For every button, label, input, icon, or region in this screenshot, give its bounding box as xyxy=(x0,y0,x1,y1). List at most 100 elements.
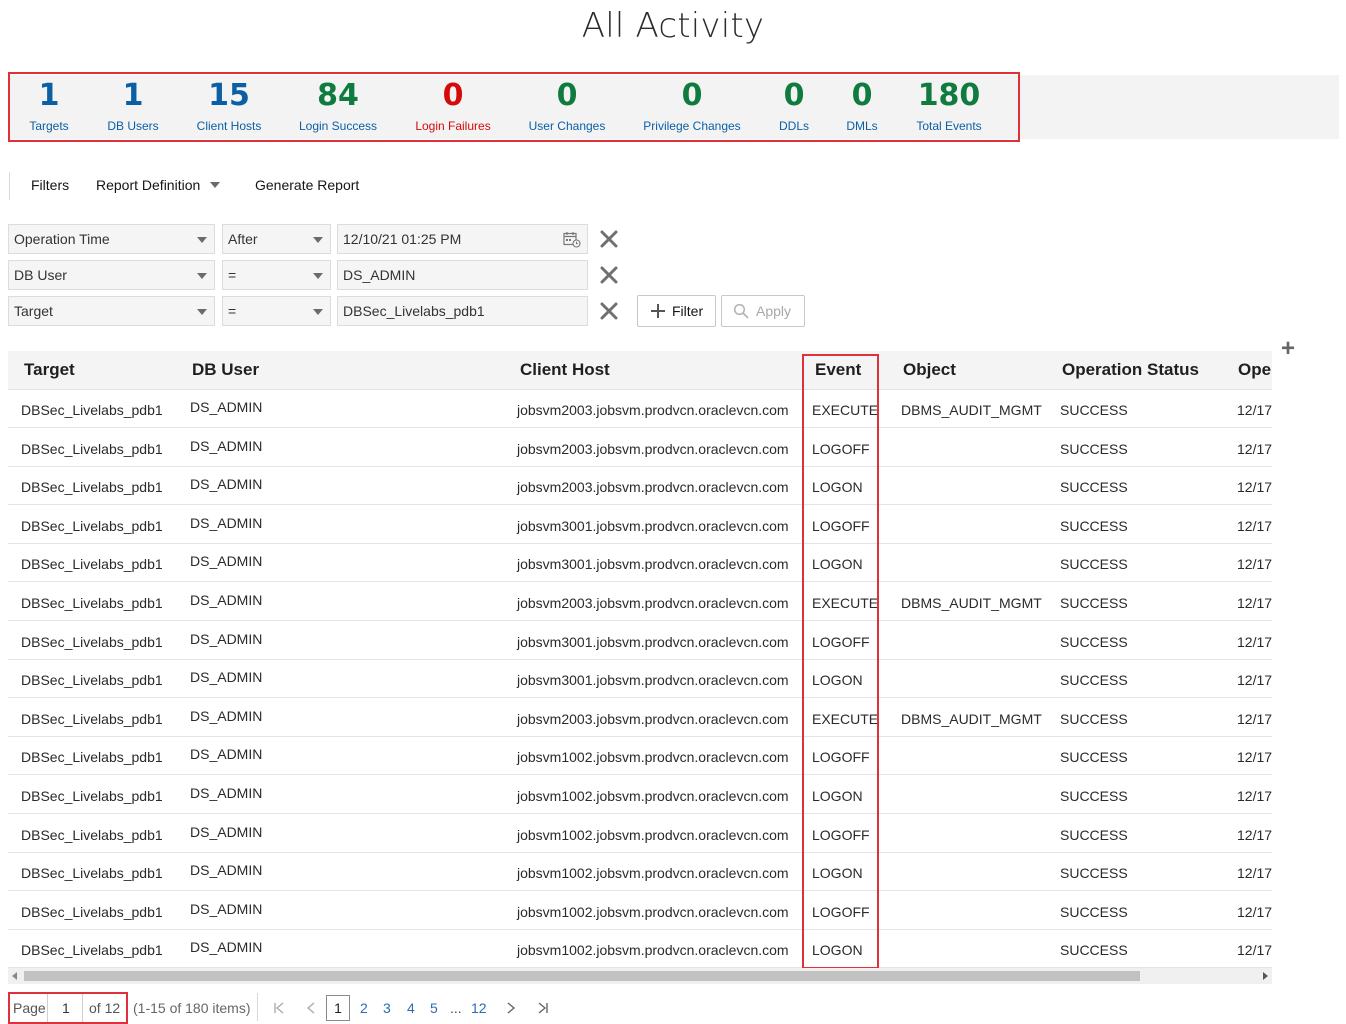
filter-operator-select[interactable]: After xyxy=(222,224,331,254)
add-filter-button[interactable]: Filter xyxy=(637,295,716,327)
add-column-icon[interactable]: + xyxy=(1281,337,1295,361)
first-page-icon[interactable] xyxy=(273,1002,285,1014)
chevron-down-icon xyxy=(313,273,323,279)
cell-target: DBSec_Livelabs_pdb1 xyxy=(21,479,163,495)
page-input[interactable]: 1 xyxy=(62,1000,70,1016)
calendar-icon[interactable] xyxy=(563,231,581,248)
scroll-left-icon[interactable] xyxy=(12,972,17,980)
cell-operation-status: SUCCESS xyxy=(1060,634,1128,650)
stat-value: 84 xyxy=(317,78,359,113)
cell-client-host: jobsvm2003.jobsvm.prodvcn.oraclevcn.com xyxy=(517,441,789,457)
cell-operation-status: SUCCESS xyxy=(1060,788,1128,804)
filter-field-select[interactable]: Target xyxy=(8,296,215,326)
stat-login-failures[interactable]: 0 Login Failures xyxy=(393,78,513,134)
filter-value-text: DBSec_Livelabs_pdb1 xyxy=(343,303,485,319)
remove-filter-icon[interactable] xyxy=(599,229,619,249)
cell-operation-status: SUCCESS xyxy=(1060,672,1128,688)
stat-client-hosts[interactable]: 15 Client Hosts xyxy=(169,78,289,134)
cell-db-user: DS_ADMIN xyxy=(190,631,263,647)
page-12-button[interactable]: 12 xyxy=(471,1000,487,1016)
chevron-down-icon xyxy=(197,237,207,243)
filters-tab[interactable]: Filters xyxy=(31,177,69,193)
cell-target: DBSec_Livelabs_pdb1 xyxy=(21,441,163,457)
filter-value-text: DS_ADMIN xyxy=(343,267,416,283)
remove-filter-icon[interactable] xyxy=(599,265,619,285)
cell-client-host: jobsvm3001.jobsvm.prodvcn.oraclevcn.com xyxy=(517,518,789,534)
scrollbar-thumb[interactable] xyxy=(24,971,1140,981)
cell-client-host: jobsvm2003.jobsvm.prodvcn.oraclevcn.com xyxy=(517,711,789,727)
cell-operation-status: SUCCESS xyxy=(1060,711,1128,727)
cell-operation-status: SUCCESS xyxy=(1060,942,1128,958)
generate-report-button[interactable]: Generate Report xyxy=(255,177,359,193)
filter-field-value: Target xyxy=(14,303,53,319)
page-5-button[interactable]: 5 xyxy=(430,1000,438,1016)
next-page-icon[interactable] xyxy=(505,1002,517,1014)
toolbar-divider xyxy=(9,172,10,200)
filter-operator-select[interactable]: = xyxy=(222,296,331,326)
filter-value-input[interactable]: DS_ADMIN xyxy=(337,260,588,290)
chevron-down-icon xyxy=(313,237,323,243)
filter-operator-select[interactable]: = xyxy=(222,260,331,290)
stat-total-events[interactable]: 180 Total Events xyxy=(889,78,1009,134)
filter-operator-value: After xyxy=(228,231,258,247)
filter-value-text: 12/10/21 01:25 PM xyxy=(343,231,462,247)
cell-target: DBSec_Livelabs_pdb1 xyxy=(21,788,163,804)
plus-icon xyxy=(651,304,665,318)
page-4-button[interactable]: 4 xyxy=(407,1000,415,1016)
cell-target: DBSec_Livelabs_pdb1 xyxy=(21,827,163,843)
page-2-button[interactable]: 2 xyxy=(360,1000,368,1016)
cell-db-user: DS_ADMIN xyxy=(190,708,263,724)
cell-db-user: DS_ADMIN xyxy=(190,939,263,955)
column-header-db-user[interactable]: DB User xyxy=(192,360,259,380)
event-column-highlight-box xyxy=(802,354,879,969)
previous-page-icon[interactable] xyxy=(305,1002,317,1014)
column-header-object[interactable]: Object xyxy=(903,360,956,380)
cell-db-user: DS_ADMIN xyxy=(190,746,263,762)
cell-target: DBSec_Livelabs_pdb1 xyxy=(21,518,163,534)
stat-login-success[interactable]: 84 Login Success xyxy=(278,78,398,134)
page-1-button[interactable]: 1 xyxy=(326,995,350,1021)
cell-client-host: jobsvm1002.jobsvm.prodvcn.oraclevcn.com xyxy=(517,904,789,920)
stat-value: 0 xyxy=(556,78,578,113)
chevron-down-icon xyxy=(313,309,323,315)
page-3-button[interactable]: 3 xyxy=(383,1000,391,1016)
chevron-down-icon xyxy=(197,273,207,279)
cell-operation-status: SUCCESS xyxy=(1060,479,1128,495)
page-count-label: of 12 xyxy=(89,1000,121,1016)
cell-target: DBSec_Livelabs_pdb1 xyxy=(21,595,163,611)
stat-value: 0 xyxy=(442,78,464,113)
cell-target: DBSec_Livelabs_pdb1 xyxy=(21,402,163,418)
filter-field-select[interactable]: Operation Time xyxy=(8,224,215,254)
cell-client-host: jobsvm1002.jobsvm.prodvcn.oraclevcn.com xyxy=(517,865,789,881)
scroll-right-icon[interactable] xyxy=(1263,972,1268,980)
cell-oper: 12/17, xyxy=(1237,749,1272,765)
cell-object: DBMS_AUDIT_MGMT xyxy=(901,595,1042,611)
filter-value-input[interactable]: 12/10/21 01:25 PM xyxy=(337,224,588,254)
column-header-operation-status[interactable]: Operation Status xyxy=(1062,360,1199,380)
cell-target: DBSec_Livelabs_pdb1 xyxy=(21,865,163,881)
filter-field-select[interactable]: DB User xyxy=(8,260,215,290)
cell-db-user: DS_ADMIN xyxy=(190,592,263,608)
cell-oper: 12/17, xyxy=(1237,441,1272,457)
cell-operation-status: SUCCESS xyxy=(1060,518,1128,534)
cell-db-user: DS_ADMIN xyxy=(190,901,263,917)
horizontal-scrollbar[interactable] xyxy=(8,968,1272,984)
apply-button[interactable]: Apply xyxy=(721,295,805,327)
cell-oper: 12/17, xyxy=(1237,518,1272,534)
cell-operation-status: SUCCESS xyxy=(1060,865,1128,881)
column-header-oper[interactable]: Oper xyxy=(1238,360,1272,380)
cell-oper: 12/17, xyxy=(1237,788,1272,804)
cell-oper: 12/17, xyxy=(1237,711,1272,727)
column-header-target[interactable]: Target xyxy=(24,360,75,380)
remove-filter-icon[interactable] xyxy=(599,301,619,321)
cell-operation-status: SUCCESS xyxy=(1060,556,1128,572)
column-header-client-host[interactable]: Client Host xyxy=(520,360,610,380)
stat-label: Login Failures xyxy=(415,119,491,133)
stat-user-changes[interactable]: 0 User Changes xyxy=(507,78,627,134)
cell-client-host: jobsvm1002.jobsvm.prodvcn.oraclevcn.com xyxy=(517,788,789,804)
filter-value-input[interactable]: DBSec_Livelabs_pdb1 xyxy=(337,296,588,326)
page-input-divider xyxy=(47,994,48,1022)
last-page-icon[interactable] xyxy=(537,1002,549,1014)
filter-field-value: DB User xyxy=(14,267,67,283)
report-definition-menu[interactable]: Report Definition xyxy=(96,177,221,193)
